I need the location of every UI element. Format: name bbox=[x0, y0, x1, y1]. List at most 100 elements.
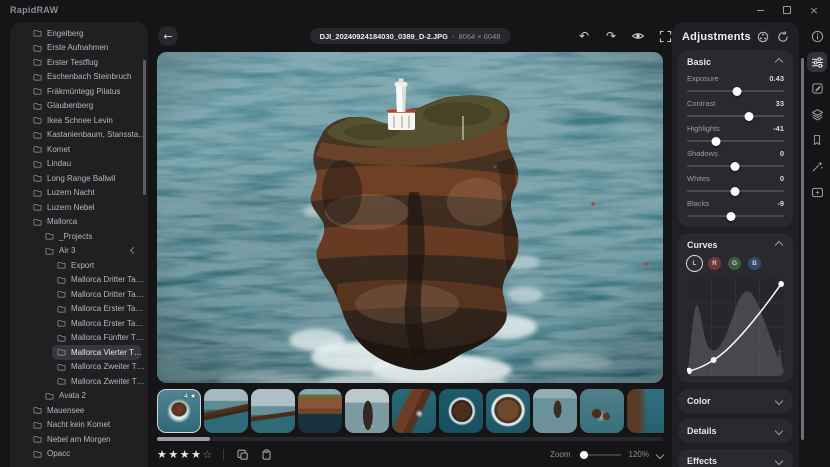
folder-icon bbox=[57, 261, 66, 269]
redo-button[interactable]: ↷ bbox=[603, 28, 619, 44]
presets-button[interactable] bbox=[807, 130, 827, 150]
sidebar-folder-item[interactable]: Ikea Schnee Levin bbox=[28, 113, 141, 128]
slider-track[interactable] bbox=[687, 90, 784, 92]
filmstrip-thumbnail[interactable] bbox=[580, 389, 624, 433]
slider-handle[interactable] bbox=[745, 112, 754, 121]
chevron-down-icon[interactable] bbox=[656, 450, 664, 458]
filmstrip-thumbnail[interactable] bbox=[251, 389, 295, 433]
filmstrip-scrollbar[interactable] bbox=[157, 437, 663, 441]
sidebar-folder-item[interactable]: Mauensee bbox=[28, 403, 141, 418]
edit-button[interactable] bbox=[807, 78, 827, 98]
masking-button[interactable] bbox=[807, 156, 827, 176]
sidebar-folder-item[interactable]: Air 3 bbox=[40, 244, 141, 259]
curve-channel-button[interactable]: B bbox=[748, 257, 761, 270]
slider-handle[interactable] bbox=[730, 162, 739, 171]
sidebar-folder-item[interactable]: Glaubenberg bbox=[28, 99, 141, 114]
curve-point[interactable] bbox=[778, 281, 784, 287]
sidebar-folder-item[interactable]: Mallorca Dritter Ta… bbox=[52, 287, 141, 302]
sidebar-folder-item[interactable]: Erste Aufnahmen bbox=[28, 41, 141, 56]
color-wheel-icon[interactable] bbox=[757, 31, 769, 43]
slider-track[interactable] bbox=[687, 190, 784, 192]
sidebar-folder-item[interactable]: Fräkmüntegg Pilatus bbox=[28, 84, 141, 99]
sidebar-folder-item[interactable]: Luzern Nacht bbox=[28, 186, 141, 201]
photo-canvas[interactable] bbox=[157, 52, 663, 383]
slider-handle[interactable] bbox=[726, 212, 735, 221]
sidebar-folder-item[interactable]: Mallorca Vierter T… bbox=[52, 345, 141, 360]
slider-track[interactable] bbox=[687, 215, 784, 217]
adjustments-scrollbar[interactable] bbox=[801, 58, 804, 440]
folder-icon bbox=[57, 319, 66, 327]
section-effects-header[interactable]: Effects bbox=[687, 456, 784, 466]
section-color-header[interactable]: Color bbox=[687, 396, 784, 406]
star-empty[interactable]: ☆ bbox=[202, 448, 213, 461]
curve-channel-button[interactable]: R bbox=[708, 257, 721, 270]
ai-edits-button[interactable] bbox=[807, 182, 827, 202]
slider-handle[interactable] bbox=[733, 87, 742, 96]
sidebar-folder-item[interactable]: _Projects bbox=[40, 229, 141, 244]
filmstrip-thumbnail[interactable] bbox=[627, 389, 664, 433]
sidebar-folder-item[interactable]: Nacht kein Komet bbox=[28, 418, 141, 433]
paste-settings-button[interactable] bbox=[259, 447, 275, 463]
section-curves-header[interactable]: Curves bbox=[687, 240, 784, 250]
filmstrip-thumbnail[interactable] bbox=[345, 389, 389, 433]
maximize-button[interactable] bbox=[781, 4, 793, 16]
sidebar-folder-item[interactable]: Nebel am Morgen bbox=[28, 432, 141, 447]
zoom-slider-handle[interactable] bbox=[580, 451, 588, 459]
sidebar-folder-item[interactable]: Erster Testflug bbox=[28, 55, 141, 70]
reset-icon[interactable] bbox=[777, 31, 789, 43]
sidebar-scrollbar[interactable] bbox=[143, 60, 146, 195]
sidebar-folder-item[interactable]: Eschenbach Steinbruch bbox=[28, 70, 141, 85]
sidebar-folder-item[interactable]: Mallorca Zweiter T… bbox=[52, 360, 141, 375]
slider-handle[interactable] bbox=[730, 187, 739, 196]
sidebar-folder-item[interactable]: Export bbox=[52, 258, 141, 273]
info-button[interactable] bbox=[807, 26, 827, 46]
slider-handle[interactable] bbox=[712, 137, 721, 146]
filmstrip-thumbnail[interactable] bbox=[533, 389, 577, 433]
slider-track[interactable] bbox=[687, 140, 784, 142]
sidebar-folder-item[interactable]: Komet bbox=[28, 142, 141, 157]
slider-track[interactable] bbox=[687, 115, 784, 117]
tone-curve-editor[interactable] bbox=[687, 278, 784, 376]
copy-settings-button[interactable] bbox=[235, 447, 251, 463]
zoom-slider[interactable] bbox=[579, 454, 621, 456]
star-rating[interactable]: ★★★★☆ bbox=[157, 448, 214, 461]
filmstrip-thumbnail[interactable] bbox=[392, 389, 436, 433]
sidebar-folder-item[interactable]: Avata 2 bbox=[40, 389, 141, 404]
undo-button[interactable]: ↶ bbox=[576, 28, 592, 44]
preview-toggle-button[interactable] bbox=[630, 28, 646, 44]
filmstrip-thumbnail[interactable] bbox=[204, 389, 248, 433]
folder-icon bbox=[33, 44, 42, 52]
filmstrip-thumbnail[interactable]: 4 ★ bbox=[157, 389, 201, 433]
sidebar-folder-item[interactable]: Mallorca Erster Ta… bbox=[52, 316, 141, 331]
sidebar-folder-item[interactable]: Opacc bbox=[28, 447, 141, 462]
curve-channel-button[interactable]: G bbox=[728, 257, 741, 270]
slider-track[interactable] bbox=[687, 165, 784, 167]
filmstrip-thumbnail[interactable] bbox=[486, 389, 530, 433]
minimize-button[interactable] bbox=[754, 4, 766, 16]
chevron-left-icon[interactable] bbox=[130, 247, 137, 254]
section-details-header[interactable]: Details bbox=[687, 426, 784, 436]
layers-button[interactable] bbox=[807, 104, 827, 124]
stars-filled[interactable]: ★★★★ bbox=[157, 448, 202, 461]
sidebar-folder-item[interactable]: Kastanienbaum, Stanssta… bbox=[28, 128, 141, 143]
sidebar-folder-item[interactable]: Mallorca bbox=[28, 215, 141, 230]
sidebar-folder-item[interactable]: Engelberg bbox=[28, 26, 141, 41]
sidebar-folder-item[interactable]: Mallorca Zweiter T… bbox=[52, 374, 141, 389]
back-button[interactable]: ← bbox=[158, 26, 178, 46]
sidebar-folder-item[interactable]: Luzern Nebel bbox=[28, 200, 141, 215]
sidebar-folder-item[interactable]: Mallorca Dritter Ta… bbox=[52, 273, 141, 288]
sidebar-folder-item[interactable]: Lindau bbox=[28, 157, 141, 172]
close-button[interactable]: × bbox=[808, 4, 820, 16]
section-title: Curves bbox=[687, 240, 718, 250]
filmstrip-scrollbar-thumb[interactable] bbox=[157, 437, 210, 441]
filmstrip-thumbnail[interactable] bbox=[439, 389, 483, 433]
fullscreen-button[interactable] bbox=[657, 28, 673, 44]
adjustments-tab-button[interactable] bbox=[807, 52, 827, 72]
curve-point[interactable] bbox=[711, 357, 717, 363]
sidebar-folder-item[interactable]: Mallorca Fünfter T… bbox=[52, 331, 141, 346]
section-basic-header[interactable]: Basic bbox=[687, 57, 784, 67]
curve-channel-button[interactable]: L bbox=[688, 257, 701, 270]
sidebar-folder-item[interactable]: Long Range Ballwil bbox=[28, 171, 141, 186]
filmstrip-thumbnail[interactable] bbox=[298, 389, 342, 433]
sidebar-folder-item[interactable]: Mallorca Erster Ta… bbox=[52, 302, 141, 317]
